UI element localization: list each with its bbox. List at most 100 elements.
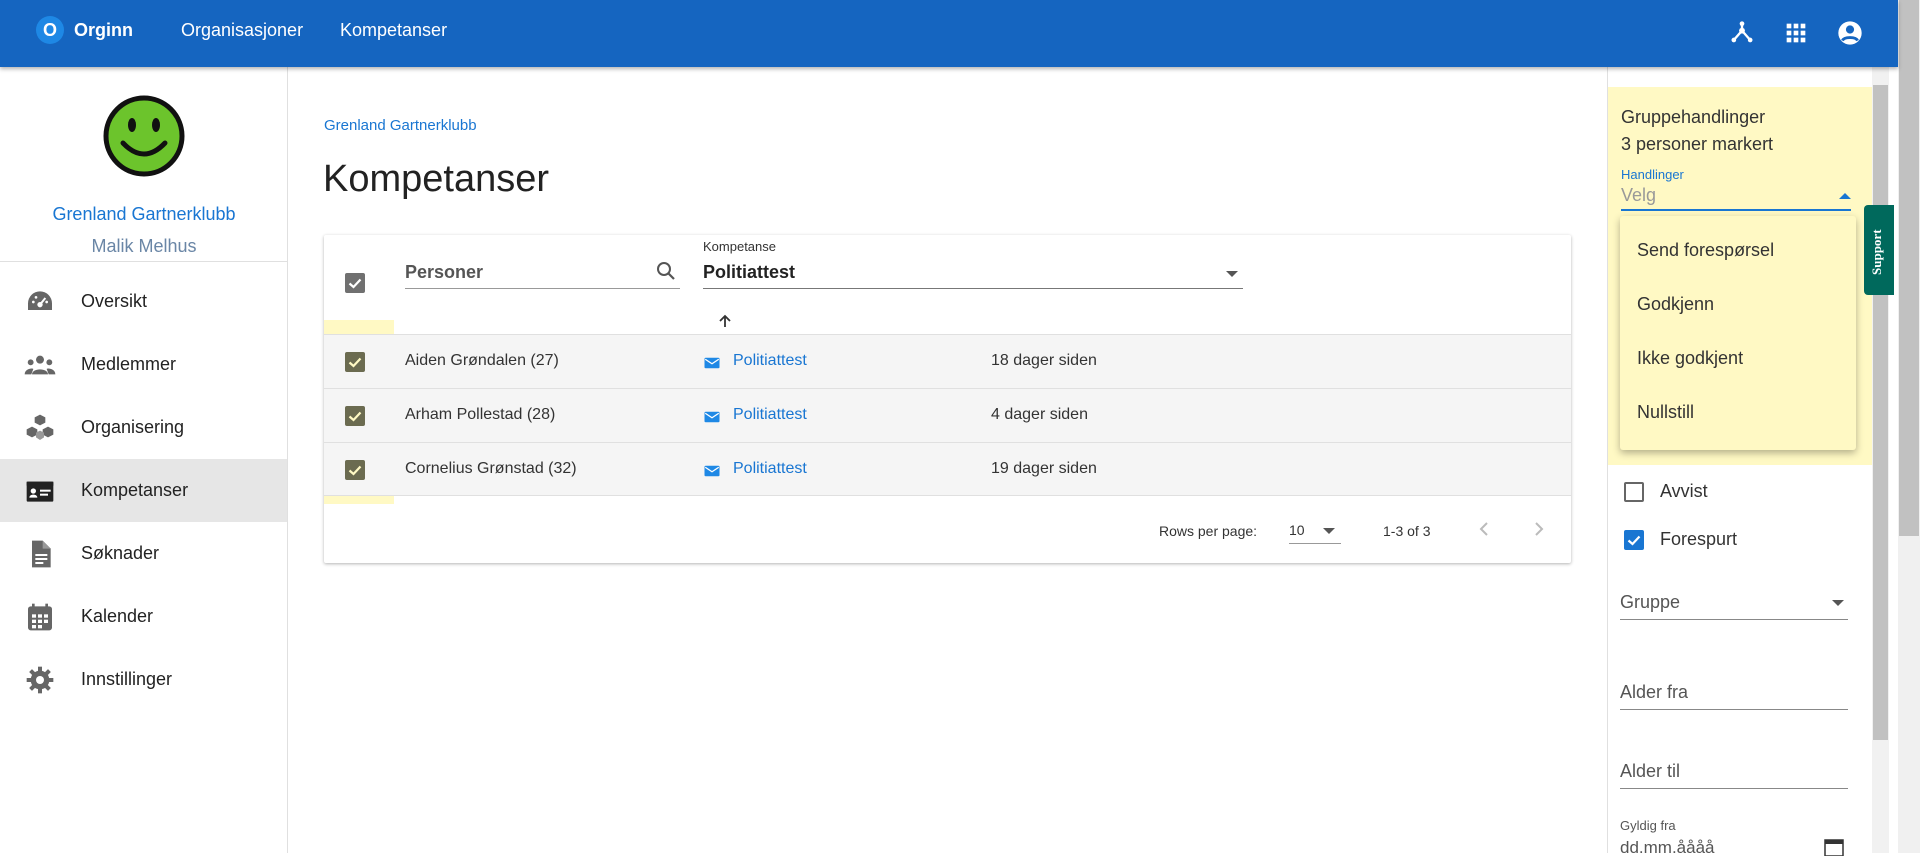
filter-checkbox-avvist[interactable] [1624, 482, 1644, 502]
sidebar-item-label: Medlemmer [81, 354, 177, 374]
rows-per-page-select[interactable]: 10 [1289, 518, 1341, 544]
sidebar-item-kalender[interactable]: Kalender [0, 585, 287, 648]
divider [0, 261, 288, 262]
sidebar-item-label: Organisering [81, 417, 185, 437]
filter-checkbox-forespurt[interactable] [1624, 530, 1644, 550]
top-app-bar: O Orginn Organisasjoner Kompetanser [0, 0, 1898, 67]
age-from-label: Alder fra [1620, 682, 1689, 702]
mail-icon [703, 462, 721, 480]
chevron-down-icon [1832, 600, 1844, 606]
table-row[interactable]: Cornelius Grønstad (32) Politiattest 19 … [324, 442, 1571, 496]
actions-select-placeholder: Velg [1621, 185, 1657, 205]
account-circle-icon[interactable] [1836, 19, 1864, 47]
sidebar-item-label: Kalender [81, 606, 154, 626]
age-from-field[interactable]: Alder fra [1620, 676, 1848, 710]
breadcrumb[interactable]: Grenland Gartnerklubb [324, 117, 477, 134]
competence-select[interactable]: Politiattest [703, 257, 1243, 289]
competence-select-value: Politiattest [703, 262, 796, 282]
sidebar-item-medlemmer[interactable]: Medlemmer [0, 333, 287, 396]
competence-link[interactable]: Politiattest [733, 406, 807, 424]
date-placeholder: dd.mm.åååå [1620, 838, 1715, 857]
menu-item-send-request[interactable]: Send forespørsel [1637, 240, 1774, 261]
calendar-icon[interactable] [1824, 838, 1844, 861]
mail-icon [703, 408, 721, 426]
chevron-left-icon[interactable] [1472, 517, 1496, 541]
pagination-range: 1-3 of 3 [1383, 523, 1431, 539]
menu-item-approve[interactable]: Godkjenn [1637, 294, 1714, 315]
sidebar-item-innstillinger[interactable]: Innstillinger [0, 648, 287, 711]
sidebar-item-oversikt[interactable]: Oversikt [0, 270, 287, 333]
sidebar-item-organisering[interactable]: Organisering [0, 396, 287, 459]
page-scrollbar-thumb[interactable] [1899, 0, 1919, 536]
document-icon [24, 538, 56, 570]
valid-from-date-input[interactable]: dd.mm.åååå [1620, 836, 1848, 857]
people-icon [24, 349, 56, 381]
sidebar: Grenland Gartnerklubb Malik Melhus Overs… [0, 67, 288, 853]
brand-name: Orginn [74, 19, 133, 40]
sidebar-item-label: Innstillinger [81, 669, 173, 689]
group-select-label: Gruppe [1620, 592, 1681, 612]
bulk-actions-title: Gruppehandlinger [1621, 107, 1766, 127]
request-date: 4 dager siden [991, 406, 1088, 423]
request-date: 19 dager siden [991, 460, 1097, 477]
chevron-down-icon [1226, 271, 1238, 277]
filter-label-avvist: Avvist [1660, 481, 1708, 501]
panel-scrollbar-thumb[interactable] [1873, 85, 1888, 740]
row-checkbox[interactable] [345, 460, 365, 480]
actions-select[interactable]: Velg [1621, 183, 1851, 211]
mail-icon [703, 354, 721, 372]
competence-table: Kompetanse Politiattest Aiden Grøndalen … [324, 235, 1571, 563]
actions-menu: Send forespørsel Godkjenn Ikke godkjent … [1620, 216, 1856, 450]
menu-item-not-approved[interactable]: Ikke godkjent [1637, 348, 1743, 369]
brand[interactable]: O Orginn [36, 16, 133, 44]
hub-icon[interactable] [1728, 19, 1756, 47]
request-date: 18 dager siden [991, 352, 1097, 369]
calendar-icon [24, 601, 56, 633]
select-all-checkbox[interactable] [345, 273, 365, 293]
dashboard-icon [24, 286, 56, 318]
search-icon[interactable] [654, 259, 678, 288]
page-title: Kompetanser [323, 158, 550, 200]
persons-search-input[interactable] [405, 257, 645, 287]
brand-logo: O [36, 16, 64, 44]
sidebar-item-label: Søknader [81, 543, 160, 563]
rows-per-page-label: Rows per page: [1159, 523, 1258, 539]
age-to-label: Alder til [1620, 761, 1681, 781]
sort-arrow-up-icon[interactable] [717, 313, 733, 334]
sidebar-item-label: Kompetanser [81, 480, 189, 500]
support-label: Support [1869, 229, 1884, 275]
chevron-down-icon [1323, 528, 1335, 534]
row-checkbox[interactable] [345, 352, 365, 372]
selected-count: 3 personer markert [1621, 134, 1774, 154]
person-name: Cornelius Grønstad (32) [405, 460, 577, 477]
table-row[interactable]: Arham Pollestad (28) Politiattest 4 dage… [324, 388, 1571, 442]
competence-link[interactable]: Politiattest [733, 460, 807, 478]
menu-item-reset[interactable]: Nullstill [1637, 402, 1694, 423]
competence-select-label: Kompetanse [703, 239, 776, 254]
filter-panel: Gruppehandlinger 3 personer markert Hand… [1607, 67, 1898, 853]
apps-grid-icon[interactable] [1782, 19, 1810, 47]
persons-search-field[interactable] [405, 257, 680, 289]
chevron-up-icon [1839, 193, 1851, 199]
gear-icon [24, 664, 56, 696]
sidebar-item-soknader[interactable]: Søknader [0, 522, 287, 585]
row-checkbox[interactable] [345, 406, 365, 426]
cubes-icon [24, 412, 56, 444]
age-to-field[interactable]: Alder til [1620, 755, 1848, 789]
club-name[interactable]: Grenland Gartnerklubb [0, 204, 288, 225]
person-name: Arham Pollestad (28) [405, 406, 556, 423]
person-name: Aiden Grøndalen (27) [405, 352, 559, 369]
competence-link[interactable]: Politiattest [733, 352, 807, 370]
avatar [103, 95, 185, 182]
nav-kompetanser[interactable]: Kompetanser [340, 20, 447, 41]
valid-from-label: Gyldig fra [1620, 818, 1676, 833]
filter-label-forespurt: Forespurt [1660, 529, 1738, 549]
nav-organisasjoner[interactable]: Organisasjoner [181, 20, 303, 41]
group-select[interactable]: Gruppe [1620, 586, 1848, 620]
id-card-icon [24, 475, 56, 507]
actions-select-label: Handlinger [1621, 167, 1684, 182]
sidebar-item-kompetanser[interactable]: Kompetanser [0, 459, 287, 522]
chevron-right-icon[interactable] [1527, 517, 1551, 541]
table-row[interactable]: Aiden Grøndalen (27) Politiattest 18 dag… [324, 334, 1571, 388]
support-button[interactable]: Support [1864, 205, 1894, 295]
